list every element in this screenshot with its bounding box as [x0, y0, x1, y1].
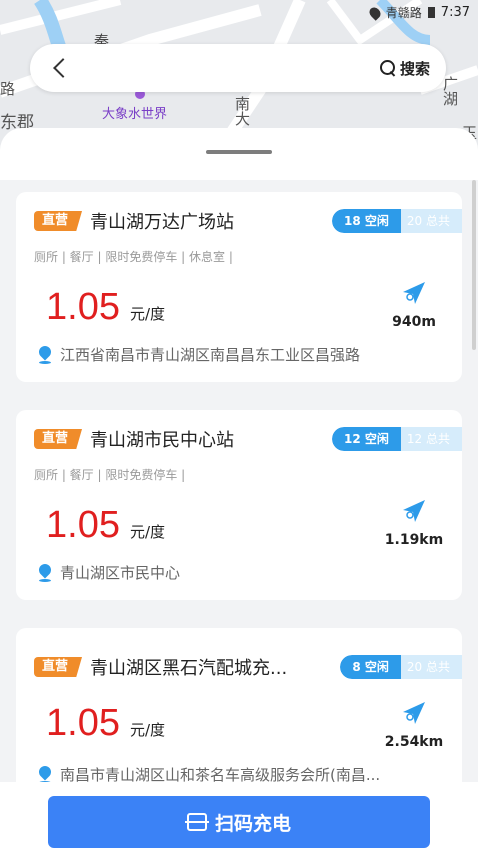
- station-title-row: 直营 青山湖市民中心站 12 空闲 12 总共: [34, 426, 462, 452]
- availability-badge: 8 空闲 20 总共: [340, 655, 462, 679]
- station-title-row: 直营 青山湖区黑石汽配城充... 8 空闲 20 总共: [34, 654, 462, 680]
- direct-tag: 直营: [34, 211, 83, 231]
- free-count: 8 空闲: [340, 655, 401, 679]
- location-pin-icon: [38, 346, 52, 364]
- location-icon: [367, 4, 383, 21]
- price: 1.05 元/度: [46, 286, 165, 329]
- search-bar[interactable]: 搜索: [30, 44, 446, 92]
- direct-tag: 直营: [34, 429, 83, 449]
- facilities: 厕所 | 餐厅 | 限时免费停车 |: [34, 468, 186, 482]
- status-time: 7:37: [440, 5, 470, 20]
- availability-badge: 12 空闲 12 总共: [332, 427, 462, 451]
- address-text: 青山湖区市民中心: [60, 564, 181, 582]
- sheet-header: [0, 128, 478, 180]
- free-count: 18 空闲: [332, 209, 401, 233]
- map-label-guang-hu: 广湖: [441, 76, 459, 106]
- price-unit: 元/度: [129, 523, 166, 541]
- total-count: 20 总共: [400, 209, 462, 233]
- back-icon[interactable]: [53, 58, 73, 78]
- address: 江西省南昌市青山湖区南昌昌东工业区昌强路: [38, 344, 442, 365]
- navigate-icon: [403, 500, 425, 522]
- search-icon: [379, 60, 396, 76]
- price: 1.05 元/度: [46, 504, 165, 547]
- price: 1.05 元/度: [46, 702, 165, 745]
- search-button[interactable]: 搜索: [379, 58, 430, 79]
- direct-tag: 直营: [34, 657, 83, 677]
- total-count: 12 总共: [400, 427, 462, 451]
- scan-charge-button[interactable]: 扫码充电: [48, 796, 430, 848]
- station-list-sheet[interactable]: 直营 青山湖万达广场站 18 空闲 20 总共 厕所 | 餐厅 | 限时免费停车…: [0, 128, 478, 850]
- navigate-icon: [403, 702, 425, 724]
- location-pin-icon: [38, 564, 52, 582]
- bottom-action-bar: 扫码充电: [0, 782, 478, 850]
- facilities: 厕所 | 餐厅 | 限时免费停车 | 休息室 |: [34, 250, 233, 264]
- station-name: 青山湖市民中心站: [90, 430, 235, 451]
- map-label-lu: 路: [0, 80, 16, 98]
- map-label-nan-da: 南大: [233, 96, 251, 126]
- availability-badge: 18 空闲 20 总共: [332, 209, 462, 233]
- scan-charge-label: 扫码充电: [214, 812, 291, 835]
- address: 青山湖区市民中心: [38, 562, 442, 583]
- address-text: 江西省南昌市青山湖区南昌昌东工业区昌强路: [60, 346, 361, 364]
- search-label: 搜索: [399, 59, 430, 78]
- scan-icon: [184, 813, 209, 831]
- price-unit: 元/度: [129, 721, 166, 739]
- navigate-button[interactable]: 2.54km: [384, 700, 444, 750]
- free-count: 12 空闲: [332, 427, 401, 451]
- drag-handle[interactable]: [206, 150, 272, 154]
- navigate-icon: [403, 282, 425, 304]
- price-value: 1.05: [46, 702, 120, 744]
- station-name: 青山湖区黑石汽配城充...: [90, 658, 288, 679]
- price-value: 1.05: [46, 286, 120, 328]
- map-label-water-world: 大象水世界: [102, 107, 168, 122]
- distance: 940m: [392, 314, 436, 330]
- price-unit: 元/度: [129, 305, 166, 323]
- station-card[interactable]: 直营 青山湖市民中心站 12 空闲 12 总共 厕所 | 餐厅 | 限时免费停车…: [16, 410, 462, 600]
- total-count: 20 总共: [400, 655, 462, 679]
- distance: 2.54km: [384, 734, 444, 750]
- price-value: 1.05: [46, 504, 120, 546]
- location-pin-icon: [38, 766, 52, 784]
- scrollbar[interactable]: [472, 180, 476, 350]
- distance: 1.19km: [384, 532, 444, 548]
- status-bar: 青赣路 7:37: [367, 4, 470, 21]
- station-card[interactable]: 直营 青山湖万达广场站 18 空闲 20 总共 厕所 | 餐厅 | 限时免费停车…: [16, 192, 462, 382]
- station-name: 青山湖万达广场站: [90, 212, 235, 233]
- status-road: 青赣路: [385, 6, 422, 20]
- navigate-button[interactable]: 1.19km: [384, 498, 444, 548]
- navigate-button[interactable]: 940m: [384, 280, 444, 330]
- signal-icon: [427, 7, 435, 18]
- station-title-row: 直营 青山湖万达广场站 18 空闲 20 总共: [34, 208, 462, 234]
